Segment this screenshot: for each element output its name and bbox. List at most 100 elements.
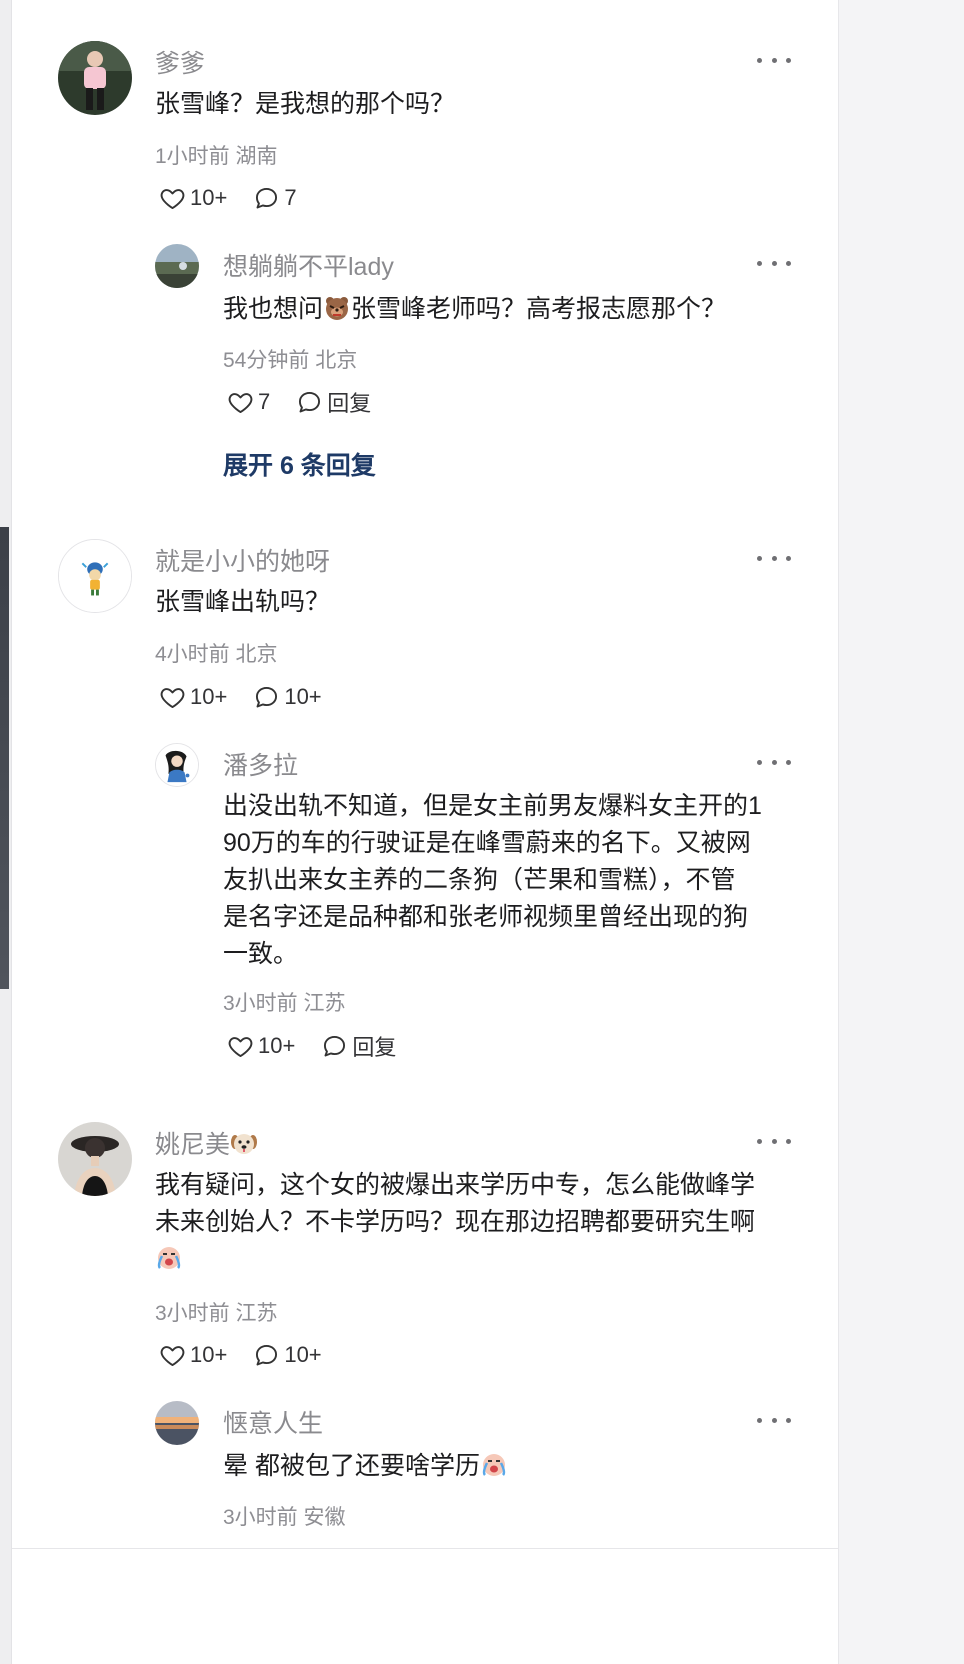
comment-author[interactable]: 就是小小的她呀 [155,542,330,578]
ellipsis-dot [786,1417,791,1423]
reply-text-line: 友扒出来女主养的二条狗（芒果和雪糕），不管 [223,866,736,894]
comment-text-line: 未来创始人？不卡学历吗？现在那边招聘都要研究生啊 [155,1208,756,1236]
like-button[interactable]: 10+ [159,1342,227,1369]
comment-emoji-line [155,1241,755,1278]
avatar[interactable] [155,743,199,787]
reply-label: 回复 [327,391,372,416]
more-options-button[interactable] [757,546,791,570]
speech-bubble-icon [256,187,278,208]
heart-outline-icon [228,1036,253,1057]
ellipsis-dot [786,759,791,765]
ellipsis-icon [757,1138,762,1144]
expand-replies-link[interactable]: 展开 6 条回复 [223,446,376,482]
comment-text-line: 我有疑问，这个女的被爆出来学历中专，怎么能做峰学 [155,1171,756,1199]
reply-text-part: 张雪峰老师吗？高考报志愿那个？ [351,295,727,323]
ellipsis-dot [771,555,777,561]
reply-button[interactable]: 回复 [296,386,371,418]
reply-text: 我也想问 张雪峰老师吗？高考报志愿那个？ [223,291,726,328]
comment-text: 我有疑问，这个女的被爆出来学历中专，怎么能做峰学 未来创始人？不卡学历吗？现在那… [155,1167,755,1278]
reply-count: 10+ [284,1342,322,1367]
ellipsis-dot [771,759,777,765]
heart-outline-icon [160,687,185,708]
ellipsis-icon [757,555,762,561]
like-count: 10+ [190,684,228,709]
comment-meta: 1小时前 湖南 [155,145,278,168]
reply-text-line: 一致。 [223,940,299,968]
reply-meta: 3小时前 江苏 [223,992,346,1015]
ellipsis-dot [786,57,791,63]
ellipsis-dot [771,260,777,266]
comment-author[interactable]: 爹爹 [155,44,205,80]
speech-bubble-icon [324,1035,346,1056]
speech-bubble-icon [299,391,321,412]
comment-author[interactable]: 姚尼美 [155,1125,258,1161]
reply-text: 晕 都被包了还要啥学历 [223,1448,508,1485]
avatar[interactable] [58,1122,132,1196]
reply-text-part: 我也想问 [223,295,324,323]
reply-count: 10+ [284,684,322,709]
more-options-button[interactable] [757,1129,791,1153]
ellipsis-dot [771,57,777,63]
speech-bubble-icon [256,1344,278,1365]
like-button[interactable]: 10+ [227,1033,295,1060]
like-button[interactable]: 10+ [159,684,227,711]
avatar[interactable] [155,1401,199,1445]
comment-meta: 4小时前 北京 [155,643,278,666]
ellipsis-dot [771,1417,777,1423]
heart-outline-icon [160,188,185,209]
right-gutter [838,0,964,1664]
reply-text-line: 90万的车的行驶证是在峰雪蔚来的名下。又被网 [223,829,751,857]
reply-actions: 7 回复 [227,387,371,417]
ellipsis-icon [757,57,762,63]
like-count: 7 [258,389,271,414]
reply-text-line: 是名字还是品种都和张老师视频里曾经出现的狗 [223,903,749,931]
comment-actions: 10+ 10+ [159,682,322,712]
like-count: 10+ [190,1342,228,1367]
more-options-button[interactable] [757,48,791,72]
speech-bubble-icon [256,686,278,707]
bear-face-emoji [326,297,349,320]
ellipsis-dot [786,555,791,561]
reply-count-button[interactable]: 10+ [253,684,322,711]
reply-text-part: 晕 都被包了还要啥学历 [223,1452,480,1480]
reply-text-line: 出没出轨不知道，但是女主前男友爆料女主开的1 [223,792,762,820]
like-count: 10+ [258,1033,296,1058]
ellipsis-dot [786,1138,791,1144]
comment-text: 张雪峰出轨吗？ [155,588,331,616]
reply-count: 7 [284,185,297,210]
reply-text: 出没出轨不知道，但是女主前男友爆料女主开的1 90万的车的行驶证是在峰雪蔚来的名… [223,788,762,973]
ellipsis-icon [757,260,762,266]
divider [12,1548,838,1549]
reply-meta: 3小时前 安徽 [223,1506,346,1529]
author-name: 姚尼美 [155,1131,231,1159]
avatar[interactable] [58,539,132,613]
ellipsis-dot [771,1138,777,1144]
avatar[interactable] [58,41,132,115]
avatar[interactable] [155,244,199,288]
comment-actions: 10+ 10+ [159,1340,322,1370]
ellipsis-icon [757,759,762,765]
comment-actions: 10+ 7 [159,183,297,213]
like-button[interactable]: 10+ [159,185,227,212]
dog-face-emoji [231,1134,258,1154]
reply-actions: 10+ 回复 [227,1031,396,1061]
crying-face-emoji [482,1454,506,1476]
heart-outline-icon [160,1345,185,1366]
reply-label: 回复 [352,1035,397,1060]
comment-panel: 爹爹 张雪峰？是我想的那个吗？ 1小时前 湖南 10+ 7 想躺躺不平lady … [12,0,838,1664]
ellipsis-dot [786,260,791,266]
reply-author[interactable]: 想躺躺不平lady [223,247,394,283]
reply-count-button[interactable]: 10+ [253,1342,322,1369]
more-options-button[interactable] [757,750,791,774]
more-options-button[interactable] [757,251,791,275]
like-button[interactable]: 7 [227,389,270,416]
comment-text: 张雪峰？是我想的那个吗？ [155,90,456,118]
reply-count-button[interactable]: 7 [253,185,297,212]
crying-face-emoji [157,1247,181,1269]
reply-button[interactable]: 回复 [321,1030,396,1062]
heart-outline-icon [228,392,253,413]
reply-author[interactable]: 惬意人生 [223,1404,323,1440]
more-options-button[interactable] [757,1408,791,1432]
ellipsis-icon [757,1417,762,1423]
reply-author[interactable]: 潘多拉 [223,746,298,782]
